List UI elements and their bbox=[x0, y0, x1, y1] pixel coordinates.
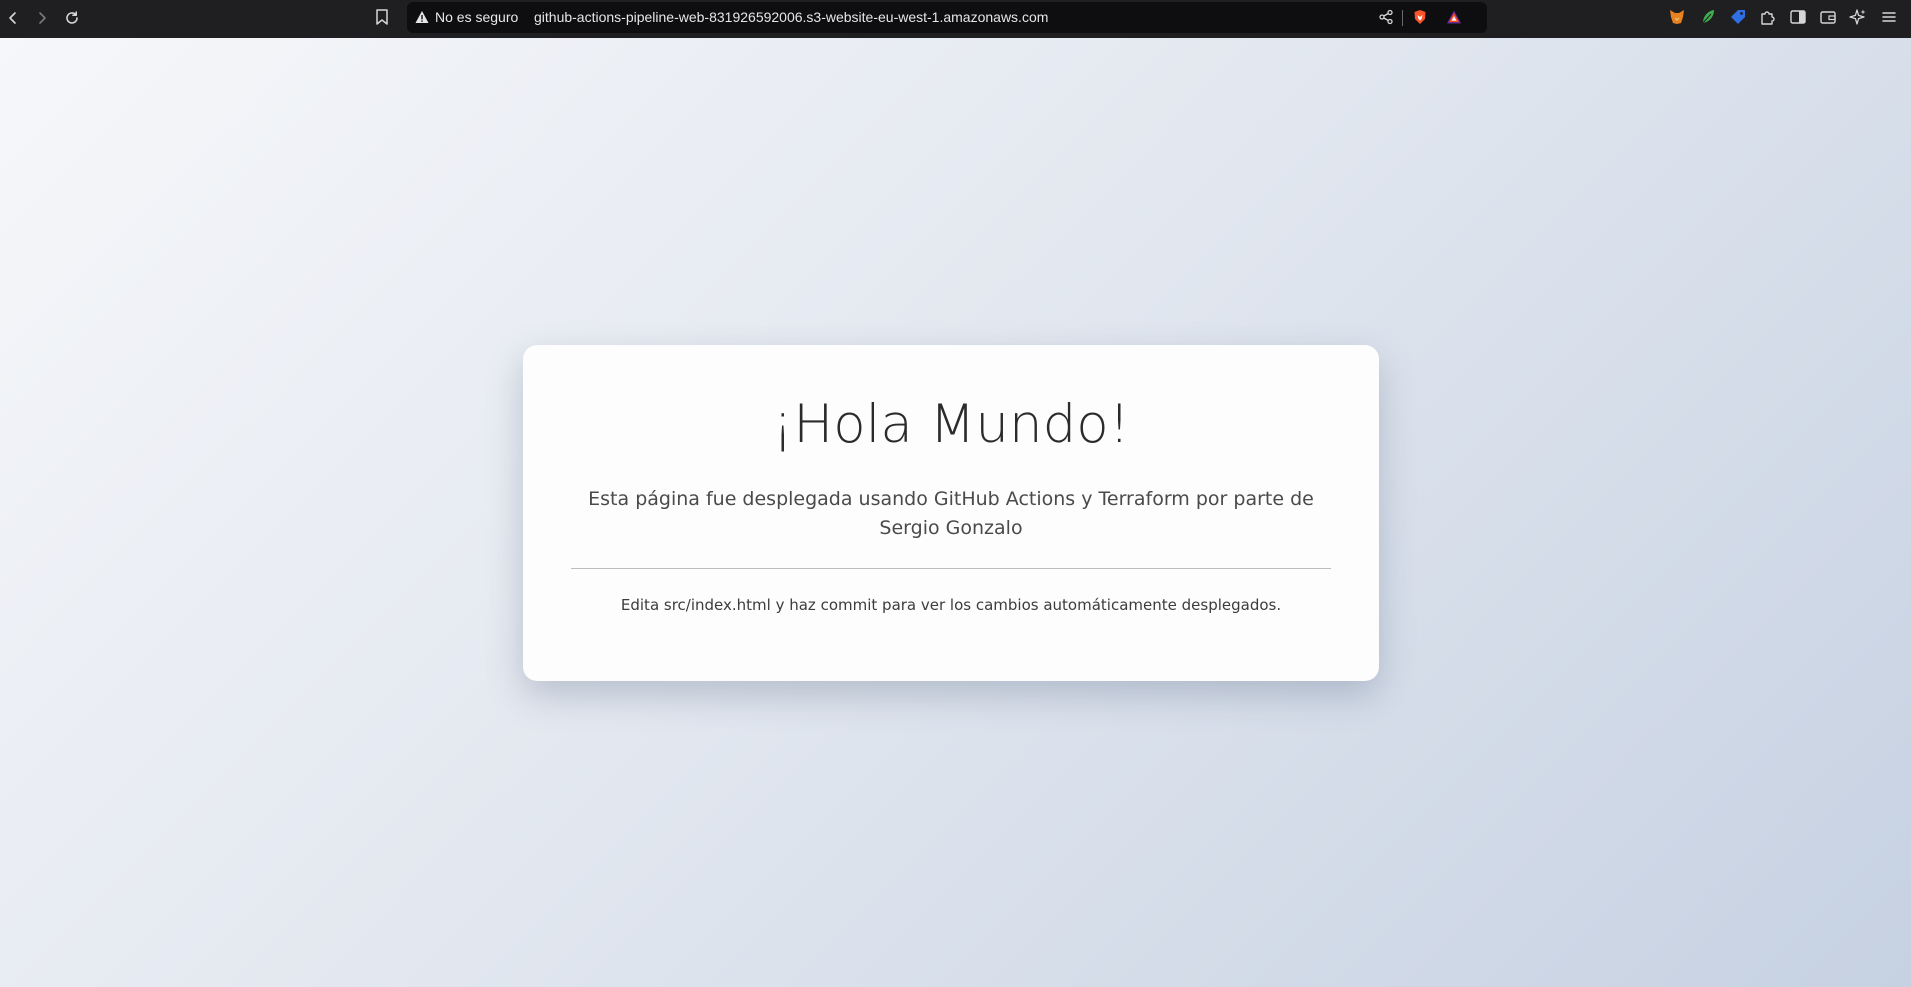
brave-rewards-icon[interactable] bbox=[1446, 9, 1462, 25]
reload-icon bbox=[66, 11, 78, 24]
back-button[interactable] bbox=[0, 5, 26, 31]
back-arrow-icon bbox=[9, 12, 16, 24]
bookmark-icon[interactable] bbox=[374, 8, 390, 26]
forward-button[interactable] bbox=[29, 5, 55, 31]
browser-toolbar: No es seguro github-actions-pipeline-web… bbox=[0, 0, 1911, 38]
divider bbox=[571, 568, 1331, 569]
ai-sparkle-icon[interactable] bbox=[1849, 8, 1867, 26]
deployment-description: Esta página fue desplegada usando GitHub… bbox=[588, 488, 1314, 539]
hello-card: ¡Hola Mundo! Esta página fue desplegada … bbox=[523, 345, 1379, 681]
page-title: ¡Hola Mundo! bbox=[772, 394, 1130, 455]
brave-shield-icon[interactable] bbox=[1412, 9, 1428, 25]
leaf-icon[interactable] bbox=[1699, 8, 1717, 26]
url-text[interactable]: github-actions-pipeline-web-831926592006… bbox=[534, 9, 1048, 25]
sidebar-icon[interactable] bbox=[1789, 8, 1807, 26]
reload-button[interactable] bbox=[59, 5, 85, 31]
share-icon[interactable] bbox=[1378, 9, 1394, 25]
page-body: ¡Hola Mundo! Esta página fue desplegada … bbox=[0, 38, 1911, 987]
tag-icon[interactable] bbox=[1729, 8, 1747, 26]
address-bar-separator bbox=[1402, 10, 1403, 26]
forward-arrow-icon bbox=[39, 12, 46, 24]
puzzle-extensions-icon[interactable] bbox=[1759, 8, 1777, 26]
menu-icon[interactable] bbox=[1880, 8, 1898, 26]
security-status-label[interactable]: No es seguro bbox=[435, 9, 518, 25]
warning-icon[interactable] bbox=[415, 10, 429, 24]
address-bar[interactable]: No es seguro github-actions-pipeline-web… bbox=[407, 2, 1487, 33]
edit-instructions: Edita src/index.html y haz commit para v… bbox=[620, 596, 1282, 614]
wallet-icon[interactable] bbox=[1819, 8, 1837, 26]
metamask-fox-icon[interactable] bbox=[1668, 8, 1686, 26]
